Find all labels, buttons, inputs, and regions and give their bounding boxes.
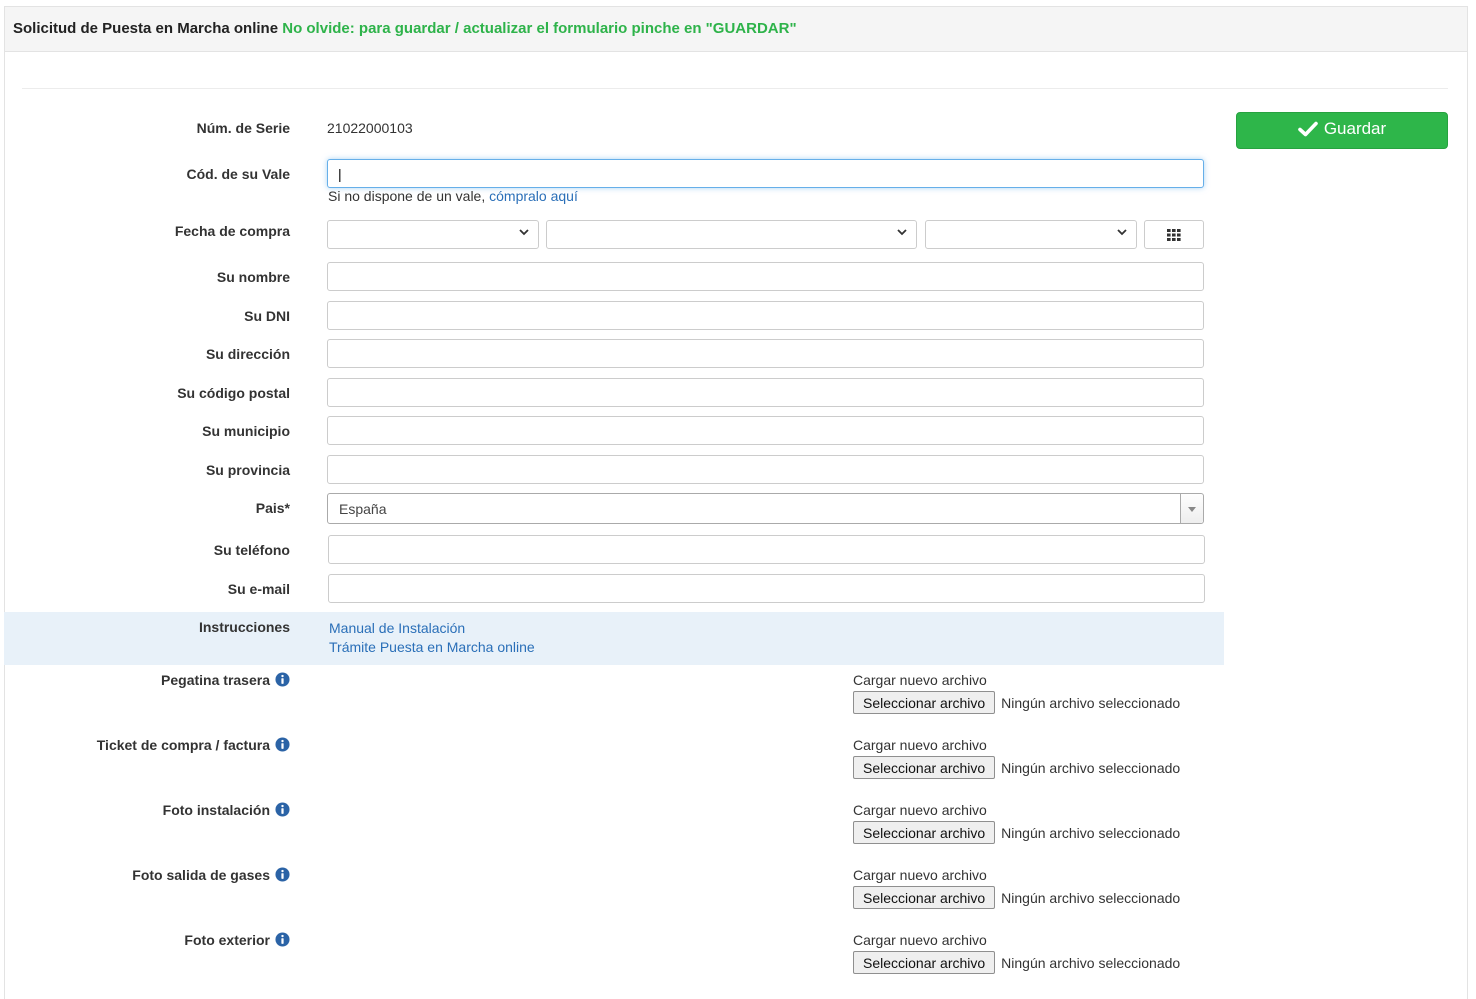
chevron-down-icon — [897, 229, 907, 236]
info-icon[interactable] — [275, 672, 290, 687]
voucher-label: Cód. de su Vale — [186, 166, 290, 182]
purchase-month-select[interactable] — [546, 220, 917, 249]
province-label: Su provincia — [205, 462, 290, 478]
country-select[interactable]: España — [327, 493, 1204, 524]
phone-input[interactable] — [328, 535, 1205, 564]
instructions-label: Instrucciones — [198, 619, 290, 635]
header-divider — [22, 88, 1448, 89]
select-file-button[interactable]: Seleccionar archivo — [853, 756, 996, 779]
upload-caption: Cargar nuevo archivo — [853, 672, 987, 688]
buy-voucher-link[interactable]: cómpralo aquí — [489, 188, 578, 204]
upload-caption: Cargar nuevo archivo — [853, 867, 987, 883]
address-input[interactable] — [327, 339, 1204, 368]
upload-label-text: Ticket de compra / factura — [96, 737, 270, 753]
postal-code-input[interactable] — [327, 378, 1204, 407]
upload-installation-photo: Cargar nuevo archivo Seleccionar archivo… — [853, 802, 1180, 844]
save-button[interactable]: Guardar — [1236, 112, 1448, 149]
municipality-input[interactable] — [327, 416, 1204, 445]
upload-caption: Cargar nuevo archivo — [853, 932, 987, 948]
info-icon[interactable] — [275, 737, 290, 752]
municipality-label: Su municipio — [202, 423, 290, 439]
postal-code-label: Su código postal — [177, 385, 290, 401]
upload-label-flue-photo: Foto salida de gases — [132, 867, 290, 883]
dni-label: Su DNI — [244, 308, 290, 324]
country-value: España — [339, 501, 387, 517]
file-status: Ningún archivo seleccionado — [1001, 694, 1181, 711]
phone-label: Su teléfono — [213, 542, 290, 558]
chevron-down-icon — [519, 229, 529, 236]
serial-label: Núm. de Serie — [196, 120, 290, 136]
upload-label-installation-photo: Foto instalación — [163, 802, 290, 818]
purchase-day-select[interactable] — [327, 220, 539, 249]
startup-procedure-link[interactable]: Trámite Puesta en Marcha online — [329, 638, 535, 657]
upload-label-exterior-photo: Foto exterior — [184, 932, 290, 948]
upload-exterior-photo: Cargar nuevo archivo Seleccionar archivo… — [853, 932, 1180, 974]
chevron-down-icon — [1117, 229, 1127, 236]
info-icon[interactable] — [275, 867, 290, 882]
dni-input[interactable] — [327, 301, 1204, 330]
voucher-help: Si no dispone de un vale, cómpralo aquí — [328, 188, 578, 204]
select-file-button[interactable]: Seleccionar archivo — [853, 691, 996, 714]
serial-value: 21022000103 — [327, 120, 413, 136]
file-status: Ningún archivo seleccionado — [1001, 954, 1181, 971]
triangle-down-icon — [1188, 507, 1196, 512]
country-label: Pais* — [255, 500, 290, 516]
page-title: Solicitud de Puesta en Marcha online — [13, 20, 279, 37]
upload-label-receipt: Ticket de compra / factura — [97, 737, 290, 753]
province-input[interactable] — [327, 455, 1204, 484]
upload-rear-sticker: Cargar nuevo archivo Seleccionar archivo… — [853, 672, 1180, 714]
info-icon[interactable] — [275, 802, 290, 817]
file-status: Ningún archivo seleccionado — [1001, 824, 1181, 841]
dropdown-arrow[interactable] — [1180, 494, 1203, 523]
select-file-button[interactable]: Seleccionar archivo — [853, 951, 996, 974]
info-icon[interactable] — [275, 932, 290, 947]
calendar-grid-icon — [1167, 229, 1181, 241]
name-label: Su nombre — [216, 269, 290, 285]
check-icon — [1298, 121, 1318, 137]
purchase-date-label: Fecha de compra — [174, 223, 290, 239]
installation-manual-link[interactable]: Manual de Instalación — [329, 619, 535, 638]
upload-caption: Cargar nuevo archivo — [853, 737, 987, 753]
instructions-row — [4, 612, 1224, 665]
upload-label-text: Foto exterior — [184, 932, 270, 948]
upload-label-text: Foto instalación — [162, 802, 270, 818]
voucher-help-text: Si no dispone de un vale, — [328, 188, 486, 204]
name-input[interactable] — [327, 262, 1204, 291]
upload-label-text: Pegatina trasera — [161, 672, 270, 688]
upload-flue-photo: Cargar nuevo archivo Seleccionar archivo… — [853, 867, 1180, 909]
panel-header: Solicitud de Puesta en Marcha online No … — [5, 7, 1467, 52]
email-label: Su e-mail — [227, 581, 290, 597]
upload-caption: Cargar nuevo archivo — [853, 802, 987, 818]
select-file-button[interactable]: Seleccionar archivo — [853, 821, 996, 844]
email-input[interactable] — [328, 574, 1205, 603]
file-status: Ningún archivo seleccionado — [1001, 889, 1181, 906]
upload-receipt: Cargar nuevo archivo Seleccionar archivo… — [853, 737, 1180, 779]
upload-label-text: Foto salida de gases — [132, 867, 270, 883]
calendar-button[interactable] — [1144, 220, 1204, 249]
purchase-year-select[interactable] — [925, 220, 1137, 249]
save-notice: No olvide: para guardar / actualizar el … — [282, 20, 797, 37]
instructions-links: Manual de Instalación Trámite Puesta en … — [329, 619, 535, 657]
voucher-input[interactable] — [327, 159, 1204, 188]
address-label: Su dirección — [205, 346, 290, 362]
upload-label-rear-sticker: Pegatina trasera — [161, 672, 290, 688]
select-file-button[interactable]: Seleccionar archivo — [853, 886, 996, 909]
file-status: Ningún archivo seleccionado — [1001, 759, 1181, 776]
save-button-label: Guardar — [1323, 119, 1387, 138]
